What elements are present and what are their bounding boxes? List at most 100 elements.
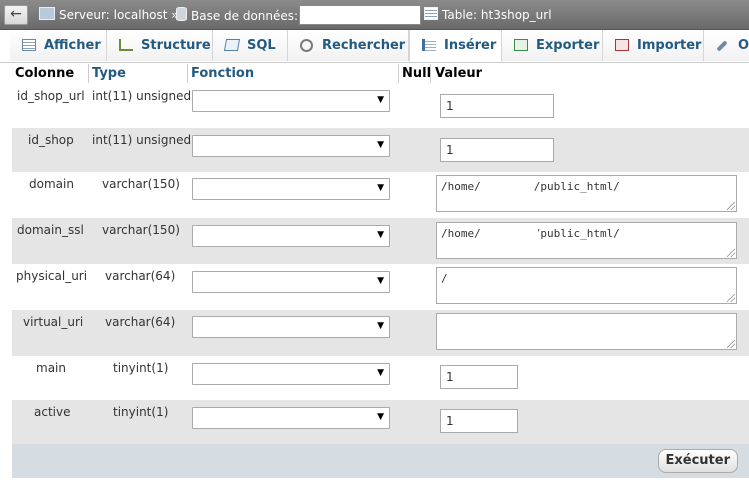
value-textarea[interactable]: /home/ /public_html/ [436, 222, 737, 259]
chevron-down-icon: ▼ [377, 321, 384, 331]
value-input[interactable]: 1 [440, 94, 554, 118]
tab-search-label: Rechercher [322, 38, 406, 53]
column-name: domain_ssl [17, 223, 84, 237]
browse-icon [22, 39, 36, 51]
resize-handle-icon[interactable] [727, 249, 735, 257]
tab-operations-label: O [738, 38, 749, 53]
header-fonction[interactable]: Fonction [191, 66, 254, 81]
value-textarea[interactable]: /home/ /public_html/ [436, 175, 737, 212]
function-select[interactable]: ▼ [192, 225, 390, 247]
table-row: id_shop_url int(11) unsigned ▼ 1 [12, 83, 749, 128]
breadcrumb-table-label[interactable]: Table: ht3shop_url [442, 8, 552, 22]
sql-icon [223, 39, 241, 51]
header-divider [187, 64, 188, 83]
value-input[interactable]: 1 [440, 365, 518, 389]
table-row: id_shop int(11) unsigned ▼ 1 [12, 128, 749, 172]
tab-sql-label: SQL [247, 38, 276, 53]
breadcrumb-server-label[interactable]: Serveur: localhost » [59, 8, 179, 22]
function-select[interactable]: ▼ [192, 90, 390, 112]
tab-structure-label: Structure [141, 38, 211, 53]
value-input[interactable]: 1 [440, 409, 518, 433]
column-name: physical_uri [16, 269, 88, 283]
header-divider [430, 64, 431, 83]
column-name: active [34, 405, 71, 419]
column-name: id_shop [28, 133, 74, 147]
tab-import[interactable]: Importer [603, 30, 704, 61]
resize-handle-icon[interactable] [727, 202, 735, 210]
form-footer: Exécuter [12, 444, 749, 478]
breadcrumb-bar: ← Serveur: localhost » Base de données: … [0, 0, 749, 30]
chevron-down-icon: ▼ [377, 183, 384, 193]
header-type[interactable]: Type [92, 66, 126, 81]
execute-button[interactable]: Exécuter [657, 449, 738, 473]
column-type: varchar(150) [102, 223, 180, 237]
resize-handle-icon[interactable] [727, 340, 735, 348]
chevron-down-icon: ▼ [377, 368, 384, 378]
column-type: int(11) unsigned [92, 89, 192, 103]
table-row: physical_uri varchar(64) ▼ / [12, 264, 749, 310]
function-select[interactable]: ▼ [192, 135, 390, 157]
chevron-down-icon: ▼ [377, 276, 384, 286]
tab-browse[interactable]: Afficher [10, 30, 107, 61]
insert-icon [422, 39, 436, 51]
database-name-field[interactable] [299, 5, 421, 25]
structure-icon [119, 39, 133, 51]
tab-sql[interactable]: SQL [213, 30, 288, 61]
tab-import-label: Importer [637, 38, 702, 53]
function-select[interactable]: ▼ [192, 316, 390, 338]
function-select[interactable]: ▼ [192, 271, 390, 293]
tab-search[interactable]: Rechercher [288, 30, 409, 61]
column-name: main [36, 361, 66, 375]
value-textarea[interactable] [436, 313, 737, 350]
tab-structure[interactable]: Structure [107, 30, 213, 61]
column-type: tinyint(1) [113, 405, 169, 419]
table-icon [424, 7, 438, 20]
function-select[interactable]: ▼ [192, 178, 390, 200]
chevron-down-icon: ▼ [377, 95, 384, 105]
chevron-down-icon: ▼ [377, 412, 384, 422]
chevron-down-icon: ▼ [377, 140, 384, 150]
breadcrumb-server[interactable]: Serveur: localhost » [39, 7, 179, 22]
function-select[interactable]: ▼ [192, 407, 390, 429]
tab-export[interactable]: Exporter [502, 30, 603, 61]
resize-handle-icon[interactable] [727, 294, 735, 302]
value-textarea[interactable]: / [436, 267, 737, 304]
column-type: varchar(150) [102, 177, 180, 191]
database-icon [176, 7, 187, 21]
redacted-area [482, 225, 538, 239]
value-input[interactable]: 1 [440, 138, 554, 162]
header-divider [88, 64, 89, 83]
table-row: domain varchar(150) ▼ /home/ /public_htm… [12, 172, 749, 218]
breadcrumb-table[interactable]: Table: ht3shop_url [424, 7, 552, 22]
export-icon [514, 39, 528, 51]
table-row: active tinyint(1) ▼ 1 [12, 400, 749, 444]
breadcrumb-database-label[interactable]: Base de données: [191, 9, 298, 23]
column-name: id_shop_url [17, 89, 85, 103]
tab-browse-label: Afficher [44, 38, 101, 53]
breadcrumb-database[interactable]: Base de données: [176, 7, 298, 23]
table-row: domain_ssl varchar(150) ▼ /home/ /public… [12, 218, 749, 264]
function-select[interactable]: ▼ [192, 363, 390, 385]
column-name: domain [29, 177, 74, 191]
import-icon [615, 39, 629, 51]
table-row: main tinyint(1) ▼ 1 [12, 356, 749, 400]
tab-bar: Afficher Structure SQL Rechercher Insére… [0, 30, 749, 63]
search-icon [300, 39, 313, 52]
tab-operations[interactable]: O [704, 30, 749, 61]
tab-insert[interactable]: Insérer [409, 30, 502, 62]
column-type: varchar(64) [105, 315, 176, 329]
back-button[interactable]: ← [4, 5, 28, 25]
chevron-down-icon: ▼ [377, 230, 384, 240]
header-valeur: Valeur [435, 66, 483, 81]
header-divider [398, 64, 399, 83]
column-type: varchar(64) [105, 269, 176, 283]
wrench-icon [716, 40, 728, 52]
server-icon [39, 7, 55, 20]
column-type: int(11) unsigned [92, 133, 192, 147]
header-colonne: Colonne [15, 66, 75, 81]
column-name: virtual_uri [23, 315, 84, 329]
column-type: tinyint(1) [113, 361, 169, 375]
value-text: / [441, 272, 448, 285]
header-null: Null [402, 66, 432, 81]
tab-export-label: Exporter [536, 38, 600, 53]
